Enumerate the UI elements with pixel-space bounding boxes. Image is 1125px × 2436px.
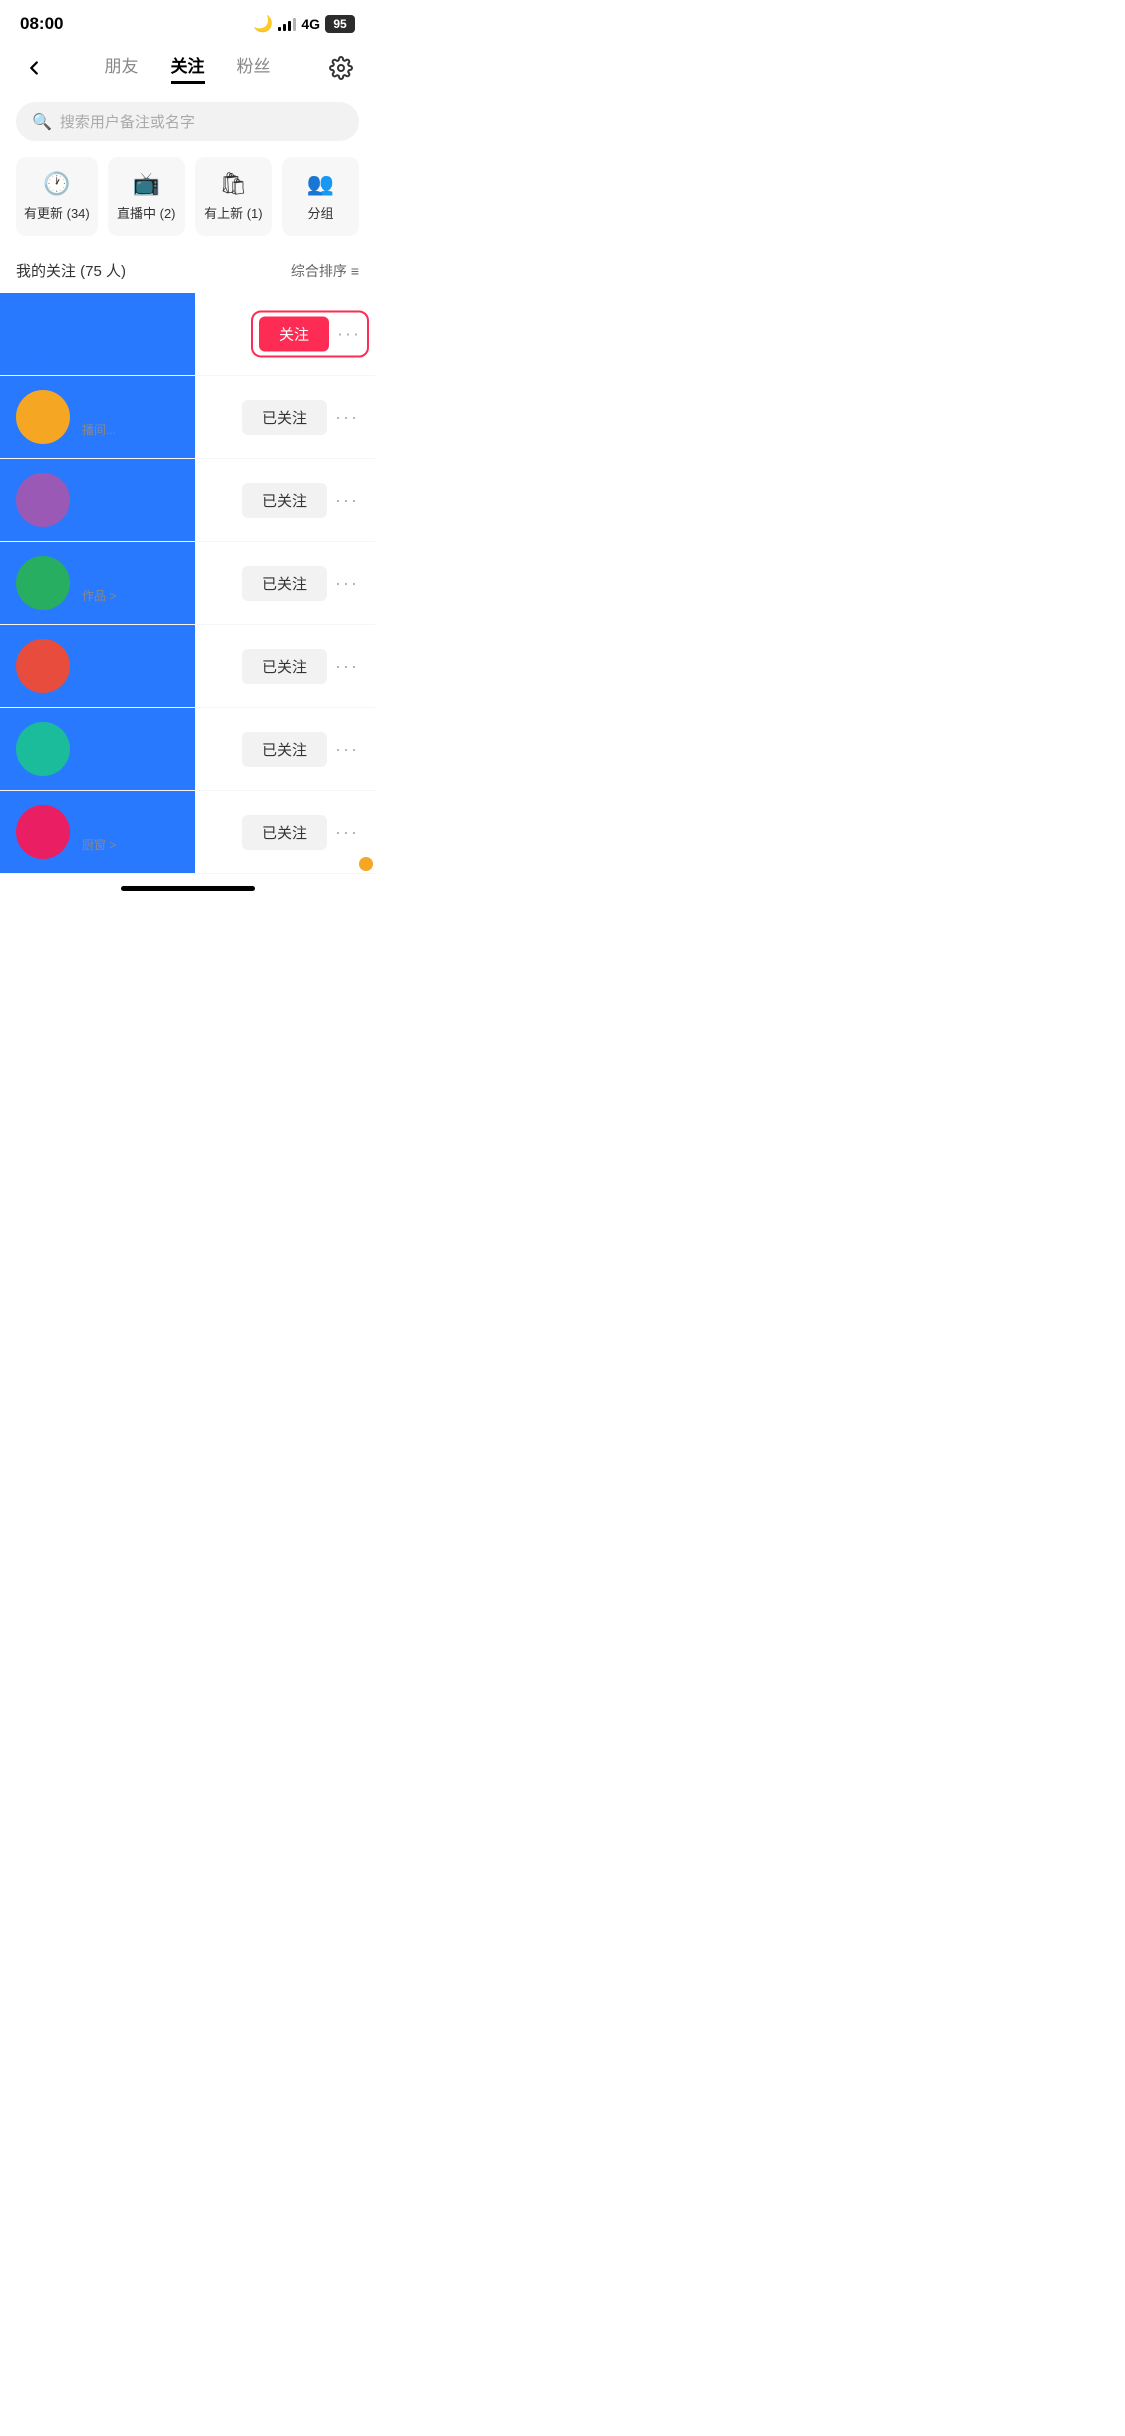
more-button-5[interactable]: ···: [335, 656, 359, 677]
list-item: 用户B 播间... 已关注 ···: [0, 376, 375, 459]
category-new[interactable]: 🛍 有上新 (1): [195, 157, 272, 236]
home-indicator: [121, 886, 255, 891]
user-info: 用户E: [82, 654, 242, 679]
item-actions: 已关注 ···: [242, 815, 359, 850]
category-groups[interactable]: 👥 分组: [282, 157, 359, 236]
group-icon: 👥: [307, 171, 334, 197]
nav-tabs: 朋友 关注 粉丝: [52, 52, 323, 84]
avatar: [16, 473, 70, 527]
more-button-1[interactable]: ···: [337, 324, 361, 345]
settings-button[interactable]: [323, 50, 359, 86]
status-bar: 08:00 🌙 4G 95: [0, 0, 375, 40]
status-time: 08:00: [20, 14, 63, 34]
item-actions: 已关注 ···: [242, 483, 359, 518]
avatar: [16, 805, 70, 859]
follow-button-3[interactable]: 已关注: [242, 483, 327, 518]
follow-button-1[interactable]: 关注: [259, 317, 329, 352]
category-live-label: 直播中 (2): [117, 203, 176, 222]
section-title: 我的关注 (75 人): [16, 260, 126, 281]
follow-list: 用户A 作品 > 关注 ··· 用户B 播间... 已关注 ··· 用户C 已关…: [0, 293, 375, 874]
avatar: [16, 556, 70, 610]
category-new-label: 有上新 (1): [204, 203, 263, 222]
status-right: 🌙 4G 95: [253, 14, 355, 34]
more-button-3[interactable]: ···: [335, 490, 359, 511]
avatar: [16, 639, 70, 693]
item-actions: 已关注 ···: [242, 732, 359, 767]
user-info: 用户C: [82, 488, 242, 513]
search-bar[interactable]: 🔍 搜索用户备注或名字: [16, 102, 359, 141]
category-grid: 🕐 有更新 (34) 📺 直播中 (2) 🛍 有上新 (1) 👥 分组: [0, 153, 375, 252]
follow-button-2[interactable]: 已关注: [242, 400, 327, 435]
item-actions: 已关注 ···: [242, 566, 359, 601]
list-item: 用户D 作品 > 已关注 ···: [0, 542, 375, 625]
category-updates-label: 有更新 (34): [24, 203, 90, 222]
highlight-box: 关注 ···: [251, 311, 369, 358]
user-desc: 播间...: [82, 421, 242, 438]
follow-button-7[interactable]: 已关注: [242, 815, 327, 850]
search-icon: 🔍: [32, 112, 52, 132]
nav-bar: 朋友 关注 粉丝: [0, 40, 375, 94]
category-updates[interactable]: 🕐 有更新 (34): [16, 157, 98, 236]
avatar: [16, 390, 70, 444]
clock-icon: 🕐: [43, 171, 70, 197]
user-desc: 作品 >: [82, 587, 242, 604]
list-item: 用户A 作品 > 关注 ···: [0, 293, 375, 376]
more-button-2[interactable]: ···: [335, 407, 359, 428]
more-button-6[interactable]: ···: [335, 739, 359, 760]
search-placeholder: 搜索用户备注或名字: [60, 111, 195, 132]
search-container: 🔍 搜索用户备注或名字: [0, 94, 375, 153]
category-live[interactable]: 📺 直播中 (2): [108, 157, 185, 236]
list-item: 用户G 厨窗 > 已关注 ···: [0, 791, 375, 874]
network-label: 4G: [301, 16, 320, 32]
signal-icon: [278, 17, 296, 31]
tab-following[interactable]: 关注: [171, 52, 205, 84]
tv-icon: 📺: [133, 171, 160, 197]
item-actions: 已关注 ···: [242, 400, 359, 435]
user-info: 用户D 作品 >: [82, 562, 242, 604]
battery-indicator: 95: [325, 15, 355, 33]
tab-fans[interactable]: 粉丝: [237, 52, 271, 84]
back-button[interactable]: [16, 50, 52, 86]
list-item: 用户C 已关注 ···: [0, 459, 375, 542]
section-header: 我的关注 (75 人) 综合排序 ≡: [0, 252, 375, 293]
avatar: [16, 722, 70, 776]
bag-icon: 🛍: [219, 171, 247, 197]
user-desc: 厨窗 >: [82, 836, 242, 853]
more-button-4[interactable]: ···: [335, 573, 359, 594]
item-actions: 已关注 ···: [242, 649, 359, 684]
sort-icon: ≡: [351, 263, 359, 279]
moon-icon: 🌙: [253, 14, 273, 34]
follow-button-6[interactable]: 已关注: [242, 732, 327, 767]
list-item: 用户E 已关注 ···: [0, 625, 375, 708]
tab-friends[interactable]: 朋友: [105, 52, 139, 84]
user-info: 用户B 播间...: [82, 396, 242, 438]
sort-button[interactable]: 综合排序 ≡: [291, 261, 359, 281]
follow-button-4[interactable]: 已关注: [242, 566, 327, 601]
follow-button-5[interactable]: 已关注: [242, 649, 327, 684]
user-info: 用户F: [82, 737, 242, 762]
sort-label: 综合排序: [291, 261, 347, 281]
category-groups-label: 分组: [307, 203, 333, 222]
more-button-7[interactable]: ···: [335, 822, 359, 843]
avatar: [16, 307, 70, 361]
list-item: 用户F 已关注 ···: [0, 708, 375, 791]
user-info: 用户G 厨窗 >: [82, 811, 242, 853]
